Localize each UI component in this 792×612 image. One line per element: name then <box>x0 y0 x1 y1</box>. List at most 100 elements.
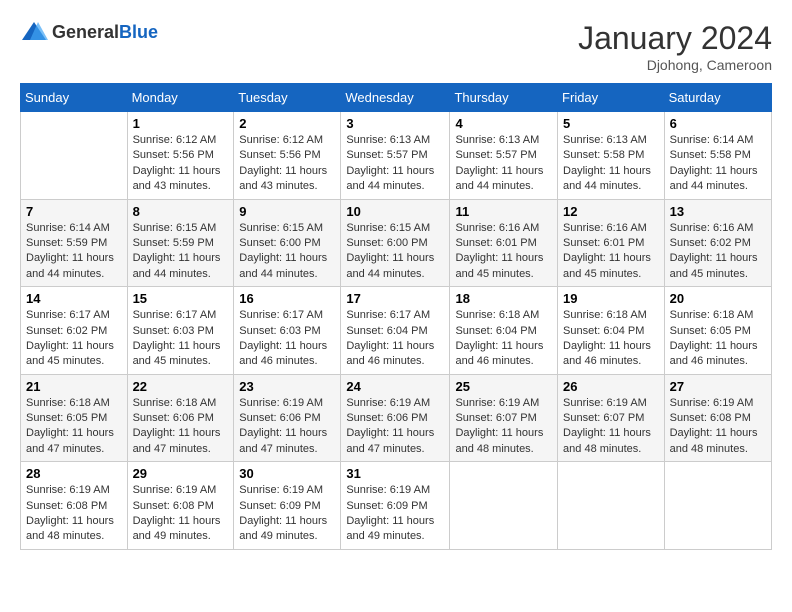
day-info: Sunrise: 6:14 AM Sunset: 5:58 PM Dayligh… <box>670 133 766 195</box>
day-info: Sunrise: 6:19 AM Sunset: 6:06 PM Dayligh… <box>239 396 335 458</box>
day-info: Sunrise: 6:17 AM Sunset: 6:02 PM Dayligh… <box>26 308 122 370</box>
day-number: 31 <box>346 466 444 481</box>
day-info: Sunrise: 6:13 AM Sunset: 5:57 PM Dayligh… <box>346 133 444 195</box>
table-row: 30 Sunrise: 6:19 AM Sunset: 6:09 PM Dayl… <box>234 462 341 550</box>
daylight: Daylight: 11 hours and 48 minutes. <box>455 427 543 454</box>
calendar-row: 1 Sunrise: 6:12 AM Sunset: 5:56 PM Dayli… <box>21 112 772 200</box>
month-title: January 2024 <box>578 20 772 57</box>
col-friday: Friday <box>558 84 665 112</box>
day-number: 10 <box>346 204 444 219</box>
table-row: 26 Sunrise: 6:19 AM Sunset: 6:07 PM Dayl… <box>558 374 665 462</box>
sunrise: Sunrise: 6:19 AM <box>563 397 647 409</box>
day-info: Sunrise: 6:17 AM Sunset: 6:03 PM Dayligh… <box>239 308 335 370</box>
daylight: Daylight: 11 hours and 44 minutes. <box>239 252 327 279</box>
table-row: 18 Sunrise: 6:18 AM Sunset: 6:04 PM Dayl… <box>450 287 558 375</box>
day-number: 6 <box>670 116 766 131</box>
day-info: Sunrise: 6:19 AM Sunset: 6:08 PM Dayligh… <box>26 483 122 545</box>
daylight: Daylight: 11 hours and 44 minutes. <box>670 165 758 192</box>
sunrise: Sunrise: 6:19 AM <box>239 484 323 496</box>
sunrise: Sunrise: 6:19 AM <box>239 397 323 409</box>
day-number: 4 <box>455 116 552 131</box>
sunset: Sunset: 6:08 PM <box>26 500 107 512</box>
table-row: 22 Sunrise: 6:18 AM Sunset: 6:06 PM Dayl… <box>127 374 234 462</box>
sunset: Sunset: 6:08 PM <box>670 412 751 424</box>
sunset: Sunset: 6:04 PM <box>346 325 427 337</box>
day-number: 27 <box>670 379 766 394</box>
sunrise: Sunrise: 6:18 AM <box>133 397 217 409</box>
sunset: Sunset: 6:04 PM <box>563 325 644 337</box>
daylight: Daylight: 11 hours and 44 minutes. <box>563 165 651 192</box>
daylight: Daylight: 11 hours and 49 minutes. <box>133 515 221 542</box>
daylight: Daylight: 11 hours and 48 minutes. <box>26 515 114 542</box>
sunset: Sunset: 6:03 PM <box>133 325 214 337</box>
sunrise: Sunrise: 6:19 AM <box>346 397 430 409</box>
table-row: 7 Sunrise: 6:14 AM Sunset: 5:59 PM Dayli… <box>21 199 128 287</box>
sunset: Sunset: 6:02 PM <box>26 325 107 337</box>
day-info: Sunrise: 6:18 AM Sunset: 6:04 PM Dayligh… <box>563 308 659 370</box>
calendar-table: Sunday Monday Tuesday Wednesday Thursday… <box>20 83 772 550</box>
sunset: Sunset: 6:01 PM <box>455 237 536 249</box>
sunset: Sunset: 6:09 PM <box>346 500 427 512</box>
table-row <box>450 462 558 550</box>
sunrise: Sunrise: 6:16 AM <box>563 222 647 234</box>
table-row: 19 Sunrise: 6:18 AM Sunset: 6:04 PM Dayl… <box>558 287 665 375</box>
daylight: Daylight: 11 hours and 45 minutes. <box>563 252 651 279</box>
day-number: 19 <box>563 291 659 306</box>
sunset: Sunset: 5:57 PM <box>346 149 427 161</box>
day-number: 3 <box>346 116 444 131</box>
sunset: Sunset: 6:04 PM <box>455 325 536 337</box>
sunrise: Sunrise: 6:18 AM <box>670 309 754 321</box>
sunrise: Sunrise: 6:12 AM <box>239 134 323 146</box>
daylight: Daylight: 11 hours and 48 minutes. <box>670 427 758 454</box>
col-saturday: Saturday <box>664 84 771 112</box>
table-row: 4 Sunrise: 6:13 AM Sunset: 5:57 PM Dayli… <box>450 112 558 200</box>
day-number: 29 <box>133 466 229 481</box>
daylight: Daylight: 11 hours and 47 minutes. <box>239 427 327 454</box>
sunset: Sunset: 6:06 PM <box>239 412 320 424</box>
day-number: 17 <box>346 291 444 306</box>
day-info: Sunrise: 6:18 AM Sunset: 6:05 PM Dayligh… <box>26 396 122 458</box>
daylight: Daylight: 11 hours and 47 minutes. <box>26 427 114 454</box>
daylight: Daylight: 11 hours and 46 minutes. <box>346 340 434 367</box>
day-info: Sunrise: 6:16 AM Sunset: 6:01 PM Dayligh… <box>563 221 659 283</box>
table-row: 6 Sunrise: 6:14 AM Sunset: 5:58 PM Dayli… <box>664 112 771 200</box>
daylight: Daylight: 11 hours and 49 minutes. <box>346 515 434 542</box>
day-number: 13 <box>670 204 766 219</box>
sunset: Sunset: 5:59 PM <box>133 237 214 249</box>
day-info: Sunrise: 6:12 AM Sunset: 5:56 PM Dayligh… <box>133 133 229 195</box>
sunrise: Sunrise: 6:19 AM <box>133 484 217 496</box>
daylight: Daylight: 11 hours and 44 minutes. <box>26 252 114 279</box>
table-row <box>21 112 128 200</box>
day-info: Sunrise: 6:18 AM Sunset: 6:05 PM Dayligh… <box>670 308 766 370</box>
day-number: 18 <box>455 291 552 306</box>
table-row: 16 Sunrise: 6:17 AM Sunset: 6:03 PM Dayl… <box>234 287 341 375</box>
day-info: Sunrise: 6:15 AM Sunset: 6:00 PM Dayligh… <box>346 221 444 283</box>
sunset: Sunset: 6:06 PM <box>346 412 427 424</box>
sunrise: Sunrise: 6:18 AM <box>26 397 110 409</box>
day-info: Sunrise: 6:16 AM Sunset: 6:02 PM Dayligh… <box>670 221 766 283</box>
header-row: Sunday Monday Tuesday Wednesday Thursday… <box>21 84 772 112</box>
logo: GeneralBlue <box>20 20 158 44</box>
day-info: Sunrise: 6:12 AM Sunset: 5:56 PM Dayligh… <box>239 133 335 195</box>
sunrise: Sunrise: 6:18 AM <box>563 309 647 321</box>
sunset: Sunset: 5:59 PM <box>26 237 107 249</box>
day-number: 8 <box>133 204 229 219</box>
day-number: 14 <box>26 291 122 306</box>
day-number: 26 <box>563 379 659 394</box>
table-row: 9 Sunrise: 6:15 AM Sunset: 6:00 PM Dayli… <box>234 199 341 287</box>
day-number: 7 <box>26 204 122 219</box>
daylight: Daylight: 11 hours and 47 minutes. <box>346 427 434 454</box>
sunrise: Sunrise: 6:13 AM <box>455 134 539 146</box>
day-info: Sunrise: 6:15 AM Sunset: 5:59 PM Dayligh… <box>133 221 229 283</box>
daylight: Daylight: 11 hours and 46 minutes. <box>670 340 758 367</box>
daylight: Daylight: 11 hours and 45 minutes. <box>26 340 114 367</box>
day-info: Sunrise: 6:17 AM Sunset: 6:03 PM Dayligh… <box>133 308 229 370</box>
daylight: Daylight: 11 hours and 49 minutes. <box>239 515 327 542</box>
sunrise: Sunrise: 6:15 AM <box>133 222 217 234</box>
daylight: Daylight: 11 hours and 44 minutes. <box>455 165 543 192</box>
table-row: 10 Sunrise: 6:15 AM Sunset: 6:00 PM Dayl… <box>341 199 450 287</box>
sunrise: Sunrise: 6:19 AM <box>26 484 110 496</box>
col-thursday: Thursday <box>450 84 558 112</box>
daylight: Daylight: 11 hours and 48 minutes. <box>563 427 651 454</box>
logo-general: General <box>52 22 119 42</box>
